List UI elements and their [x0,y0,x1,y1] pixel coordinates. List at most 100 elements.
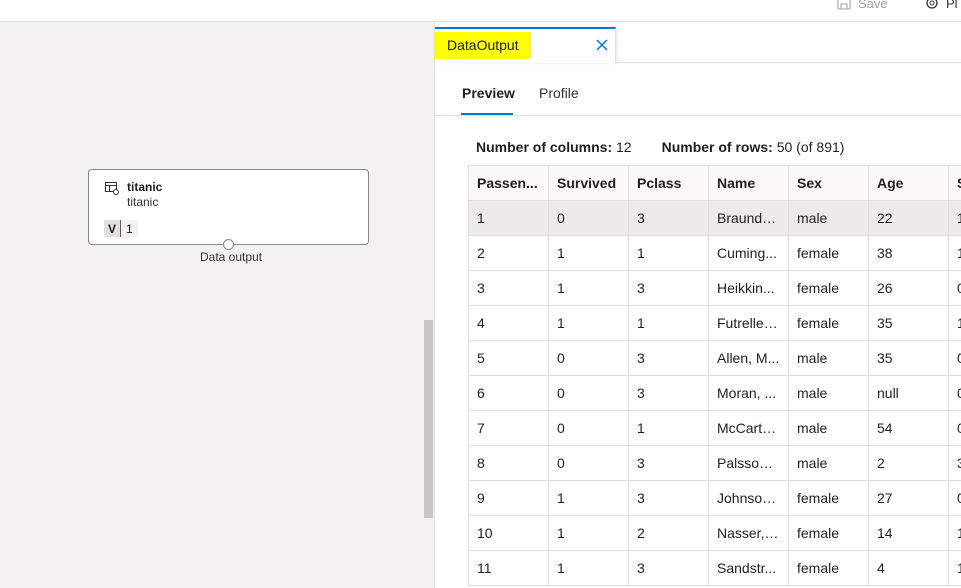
table-cell: 2 [868,445,949,481]
columns-value: 12 [616,139,632,155]
table-cell: 8 [468,445,549,481]
table-row[interactable]: 411Futrelle, ...female351 [468,305,961,341]
dataset-icon [105,182,119,195]
table-cell: 1 [628,410,709,446]
table-cell: Moran, ... [708,375,789,411]
publish-label: Pl [946,0,958,11]
table-cell: male [788,445,869,481]
table-summary: Number of columns: 12 Number of rows: 50… [476,139,844,155]
table-cell: female [788,515,869,551]
table-cell: 1 [948,515,961,551]
table-cell: 54 [868,410,949,446]
table-cell: male [788,375,869,411]
table-cell: 27 [868,480,949,516]
table-cell: 38 [868,235,949,271]
table-row[interactable]: 603Moran, ...malenull0 [468,375,961,411]
table-cell: 7 [468,410,549,446]
table-cell: 0 [948,480,961,516]
output-port[interactable] [223,239,234,250]
table-cell: 0 [548,375,629,411]
columns-count: Number of columns: 12 [476,139,632,155]
table-cell: 3 [468,270,549,306]
table-cell: 26 [868,270,949,306]
table-cell: 3 [628,200,709,236]
active-tab-indicator [461,113,513,115]
tab-profile[interactable]: Profile [539,85,579,101]
table-cell: 1 [548,305,629,341]
table-cell: 1 [948,200,961,236]
preview-table-container[interactable]: Passen... Survived Pclass Name Sex Age S… [468,165,961,588]
table-cell: 1 [948,305,961,341]
save-button[interactable]: Save [836,0,888,12]
preview-table: Passen... Survived Pclass Name Sex Age S… [468,165,961,586]
table-row[interactable]: 913Johnson...female270 [468,480,961,516]
tab-preview[interactable]: Preview [462,85,515,101]
table-row[interactable]: 803Palsson,...male23 [468,445,961,481]
table-cell: 0 [548,340,629,376]
table-cell: Braund, ... [708,200,789,236]
table-cell: Nasser, ... [708,515,789,551]
table-cell: 1 [548,515,629,551]
table-cell: Palsson,... [708,445,789,481]
table-cell: 3 [948,445,961,481]
save-icon [837,0,851,10]
output-port-label: Data output [200,250,263,264]
table-cell: female [788,305,869,341]
column-header[interactable]: Passen... [468,165,549,201]
table-cell: Johnson... [708,480,789,516]
node-title: titanic [127,180,163,194]
table-cell: 1 [468,200,549,236]
tab-label: DataOutput [435,32,531,59]
table-cell: 1 [548,550,629,586]
table-cell: 3 [628,445,709,481]
table-cell: 1 [548,480,629,516]
table-cell: 3 [628,550,709,586]
column-header[interactable]: Name [708,165,789,201]
table-cell: Cuming... [708,235,789,271]
table-cell: 10 [468,515,549,551]
column-header[interactable]: S [948,165,961,201]
designer-canvas[interactable] [0,22,434,588]
table-row[interactable]: 503Allen, M...male350 [468,340,961,376]
gear-icon [926,0,938,9]
close-icon[interactable] [595,38,609,52]
columns-label: Number of columns: [476,139,613,155]
table-cell: 22 [868,200,949,236]
table-cell: 0 [948,410,961,446]
column-header[interactable]: Age [868,165,949,201]
table-cell: 3 [628,480,709,516]
table-cell: 9 [468,480,549,516]
canvas-scrollbar[interactable] [424,320,433,518]
table-row[interactable]: 1113Sandstr...female41 [468,550,961,586]
dataset-node[interactable]: titanic titanic V 1 [88,169,369,245]
column-header[interactable]: Survived [548,165,629,201]
table-cell: 1 [548,270,629,306]
top-toolbar: Save Pl [0,0,961,22]
table-cell: 2 [468,235,549,271]
table-cell: 4 [868,550,949,586]
table-cell: female [788,550,869,586]
table-row[interactable]: 1012Nasser, ...female141 [468,515,961,551]
table-row[interactable]: 313Heikkin...female260 [468,270,961,306]
version-number: 1 [120,220,138,237]
table-cell: 11 [468,550,549,586]
publish-button[interactable]: Pl [924,0,958,12]
table-cell: 14 [868,515,949,551]
table-row[interactable]: 103Braund, ...male221 [468,200,961,236]
table-cell: 0 [948,375,961,411]
table-cell: female [788,480,869,516]
rows-value: 50 (of 891) [776,139,845,155]
table-cell: 1 [548,235,629,271]
column-header[interactable]: Pclass [628,165,709,201]
table-cell: 0 [548,410,629,446]
tab-dataoutput[interactable]: DataOutput [435,27,616,63]
table-row[interactable]: 211Cuming...female381 [468,235,961,271]
table-cell: male [788,200,869,236]
save-label: Save [858,0,888,11]
table-cell: 1 [948,235,961,271]
table-cell: Futrelle, ... [708,305,789,341]
table-cell: 0 [948,270,961,306]
table-row[interactable]: 701McCarth...male540 [468,410,961,446]
column-header[interactable]: Sex [788,165,869,201]
table-cell: 1 [628,235,709,271]
